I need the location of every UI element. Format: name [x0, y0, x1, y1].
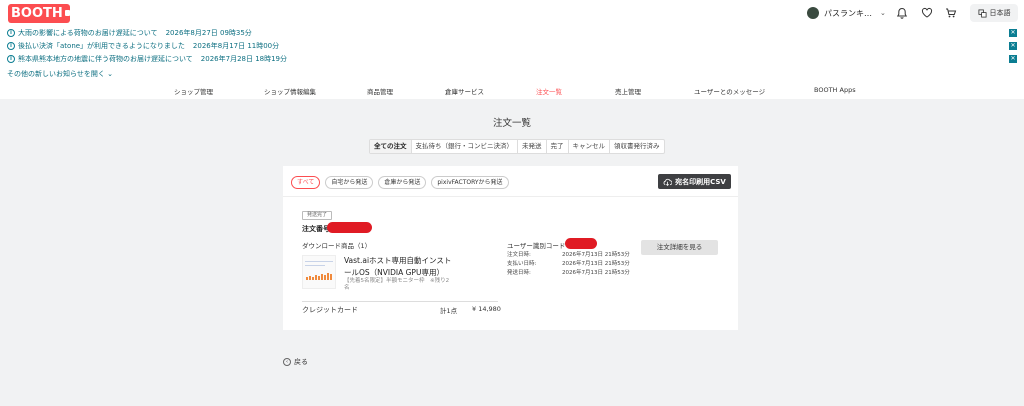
- order-detail-button[interactable]: 注文詳細を見る: [641, 240, 718, 255]
- csv-download-button[interactable]: 宛名印刷用CSV: [658, 174, 731, 189]
- divider: [302, 301, 498, 302]
- close-icon[interactable]: ✕: [1009, 29, 1017, 37]
- product-name-link[interactable]: Vast.aiホスト専用自動インストールOS（NVIDIA GPU専用）: [344, 255, 456, 279]
- notice-item[interactable]: i 後払い決済「atone」が利用できるようになりました 2026年8月17日 …: [7, 40, 1017, 52]
- divider: [283, 196, 738, 197]
- close-icon[interactable]: ✕: [1009, 55, 1017, 63]
- cloud-download-icon: [663, 178, 673, 186]
- notice-title: 熊本県熊本地方の地震に伴う荷物のお届け遅延について: [18, 55, 193, 63]
- filter-warehouse[interactable]: 倉庫から発送: [378, 176, 427, 189]
- avatar: [807, 7, 819, 19]
- order-panel: すべて 自宅から発送 倉庫から発送 pixivFACTORYから発送 宛名印刷用…: [283, 166, 738, 330]
- user-name: パスランキ…: [824, 8, 872, 18]
- back-link[interactable]: ‹ 戻る: [283, 357, 308, 367]
- info-icon: i: [7, 42, 15, 50]
- ship-filter-chips: すべて 自宅から発送 倉庫から発送 pixivFACTORYから発送: [291, 176, 514, 189]
- filter-pixivfactory[interactable]: pixivFACTORYから発送: [431, 176, 509, 189]
- thumb-bar: [315, 275, 317, 280]
- order-date-row: 注文日時: 2026年7月13日 21時53分: [507, 251, 630, 260]
- order-dates: 注文日時: 2026年7月13日 21時53分 支払い日時: 2026年7月13日 …: [507, 251, 630, 278]
- thumb-bar: [330, 274, 332, 280]
- chevron-down-icon: ⌄: [880, 9, 886, 17]
- product-variation: 【先着5名限定】半額モニター枠 ※残り2名: [344, 278, 450, 291]
- thumb-bar: [327, 273, 329, 280]
- thumb-line: [305, 261, 333, 262]
- date-label: 発送日時:: [507, 270, 531, 276]
- nav-shop-manage[interactable]: ショップ管理: [174, 86, 213, 96]
- notice-item[interactable]: i 熊本県熊本地方の地震に伴う荷物のお届け遅延について 2026年7月28日 1…: [7, 53, 1017, 65]
- heart-icon[interactable]: [921, 7, 933, 19]
- order-number-label: 注文番号: [302, 225, 330, 233]
- thumb-bar: [321, 274, 323, 280]
- info-icon: i: [7, 55, 15, 63]
- thumb-bar: [312, 277, 314, 280]
- nav-orders[interactable]: 注文一覧: [536, 86, 562, 96]
- notice-date: 2026年8月27日 09時35分: [165, 29, 252, 37]
- product-thumbnail[interactable]: [302, 255, 336, 289]
- tab-unshipped[interactable]: 未発送: [518, 140, 547, 153]
- header: BOOTH パスランキ… ⌄ 日本語: [0, 0, 1024, 26]
- redaction-mark: [565, 238, 597, 249]
- chevron-down-icon: ⌄: [107, 70, 113, 78]
- language-icon: [977, 8, 987, 18]
- page-title: 注文一覧: [492, 118, 531, 129]
- filter-all[interactable]: すべて: [291, 176, 321, 189]
- chevron-left-icon: ‹: [283, 358, 291, 366]
- more-notices-link[interactable]: その他の新しいお知らせを開く ⌄: [7, 69, 113, 79]
- csv-button-label: 宛名印刷用CSV: [675, 177, 726, 186]
- date-value: 2026年7月13日 21時53分: [562, 252, 630, 258]
- filter-home[interactable]: 自宅から発送: [325, 176, 374, 189]
- logo-text: BOOTH: [11, 6, 63, 21]
- date-value: 2026年7月13日 21時53分: [562, 270, 630, 276]
- tab-receipt-issued[interactable]: 領収書発行済み: [610, 140, 664, 153]
- notice-date: 2026年8月17日 11時00分: [192, 42, 280, 50]
- nav-warehouse[interactable]: 倉庫サービス: [445, 86, 484, 96]
- user-menu[interactable]: パスランキ… ⌄: [807, 6, 886, 20]
- ship-date-row: 発送日時: 2026年7月13日 21時53分: [507, 269, 630, 278]
- nav-sales[interactable]: 売上管理: [615, 86, 641, 96]
- notice-list: i 大雨の影響による荷物のお届け遅延について 2026年8月27日 09時35分…: [0, 26, 1024, 82]
- notice-title: 大雨の影響による荷物のお届け遅延について: [18, 29, 158, 37]
- notice-date: 2026年7月28日 18時19分: [200, 55, 288, 63]
- tab-cancelled[interactable]: キャンセル: [569, 140, 610, 153]
- cart-icon[interactable]: [945, 7, 957, 19]
- tab-completed[interactable]: 完了: [547, 140, 569, 153]
- date-value: 2026年7月13日 21時53分: [562, 261, 630, 267]
- nav-booth-apps[interactable]: BOOTH Apps: [814, 86, 856, 94]
- more-notices-label: その他の新しいお知らせを開く: [7, 70, 105, 78]
- nav-shop-info[interactable]: ショップ情報編集: [264, 86, 316, 96]
- info-icon: i: [7, 29, 15, 37]
- notice-title: 後払い決済「atone」が利用できるようになりました: [18, 42, 185, 50]
- language-button[interactable]: 日本語: [970, 4, 1018, 22]
- date-label: 注文日時:: [507, 252, 531, 258]
- download-heading: ダウンロード商品（1）: [302, 242, 372, 250]
- order-quantity: 計1点: [440, 307, 458, 315]
- thumb-bar: [306, 277, 308, 280]
- payment-date-row: 支払い日時: 2026年7月13日 21時53分: [507, 260, 630, 269]
- notice-item[interactable]: i 大雨の影響による荷物のお届け遅延について 2026年8月27日 09時35分…: [7, 27, 1017, 39]
- back-label: 戻る: [294, 358, 308, 366]
- thumb-bar: [309, 276, 311, 280]
- user-id-label: ユーザー識別コード: [507, 242, 566, 250]
- status-badge: 発送完了: [302, 211, 333, 220]
- payment-method: クレジットカード: [302, 306, 358, 314]
- language-label: 日本語: [989, 9, 1011, 17]
- redaction-mark: [327, 222, 372, 233]
- nav-messages[interactable]: ユーザーとのメッセージ: [694, 86, 765, 96]
- date-label: 支払い日時:: [507, 261, 537, 267]
- order-price: ¥ 14,980: [472, 305, 501, 313]
- thumb-bar: [324, 275, 326, 280]
- shop-nav: ショップ管理 ショップ情報編集 商品管理 倉庫サービス 注文一覧 売上管理 ユー…: [0, 82, 1024, 99]
- tab-awaiting-payment[interactable]: 支払待ち（銀行・コンビニ決済）: [412, 140, 518, 153]
- tab-all-orders[interactable]: 全ての注文: [370, 140, 412, 153]
- bell-icon[interactable]: [896, 7, 908, 19]
- order-status-tabs: 全ての注文 支払待ち（銀行・コンビニ決済） 未発送 完了 キャンセル 領収書発行…: [369, 139, 665, 154]
- close-icon[interactable]: ✕: [1009, 42, 1017, 50]
- booth-logo[interactable]: BOOTH: [8, 4, 70, 23]
- thumb-line: [305, 265, 325, 266]
- logo-tag-icon: [64, 10, 70, 16]
- nav-items[interactable]: 商品管理: [367, 86, 393, 96]
- thumb-bar: [318, 276, 320, 280]
